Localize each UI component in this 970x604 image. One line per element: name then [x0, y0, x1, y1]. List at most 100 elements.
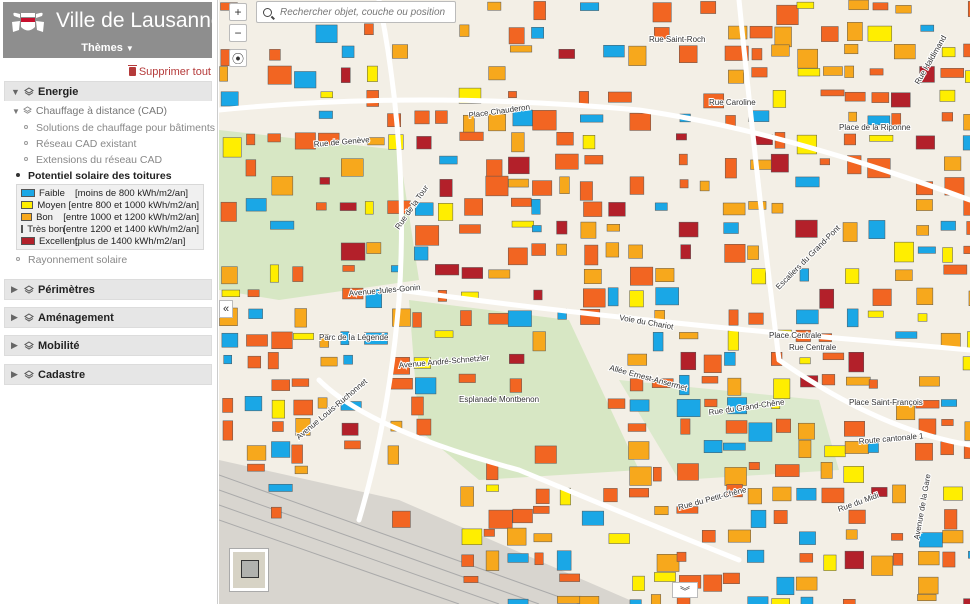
building-roof[interactable]: [630, 266, 654, 286]
building-roof[interactable]: [748, 312, 764, 325]
building-roof[interactable]: [774, 464, 800, 477]
building-roof[interactable]: [751, 67, 768, 78]
building-roof[interactable]: [795, 176, 820, 188]
building-roof[interactable]: [511, 197, 532, 207]
building-roof[interactable]: [294, 465, 308, 475]
building-roof[interactable]: [366, 242, 382, 254]
building-roof[interactable]: [271, 506, 282, 519]
building-roof[interactable]: [556, 132, 574, 146]
building-roof[interactable]: [509, 378, 522, 393]
building-roof[interactable]: [507, 553, 529, 563]
building-roof[interactable]: [727, 377, 742, 396]
building-roof[interactable]: [798, 439, 812, 458]
building-roof[interactable]: [846, 376, 871, 386]
building-roof[interactable]: [771, 202, 784, 214]
building-roof[interactable]: [223, 354, 232, 365]
building-roof[interactable]: [944, 509, 958, 530]
building-roof[interactable]: [340, 242, 366, 261]
layer-item[interactable]: Extensions du réseau CAD: [24, 154, 162, 166]
building-roof[interactable]: [507, 598, 529, 604]
building-roof[interactable]: [963, 245, 970, 254]
building-roof[interactable]: [392, 44, 408, 59]
building-roof[interactable]: [628, 244, 643, 259]
building-roof[interactable]: [747, 488, 762, 505]
building-roof[interactable]: [845, 529, 858, 540]
building-roof[interactable]: [871, 555, 894, 576]
building-roof[interactable]: [847, 22, 863, 41]
building-roof[interactable]: [723, 222, 739, 234]
building-roof[interactable]: [895, 5, 912, 14]
group-mobilite[interactable]: ▶ Mobilité: [4, 335, 212, 356]
building-roof[interactable]: [608, 533, 630, 544]
building-roof[interactable]: [963, 43, 970, 58]
building-roof[interactable]: [962, 356, 970, 371]
building-roof[interactable]: [605, 242, 620, 258]
building-roof[interactable]: [943, 486, 963, 501]
building-roof[interactable]: [652, 2, 672, 23]
building-roof[interactable]: [919, 376, 940, 387]
building-roof[interactable]: [819, 288, 835, 309]
building-roof[interactable]: [387, 445, 399, 465]
building-roof[interactable]: [485, 550, 500, 571]
building-roof[interactable]: [439, 179, 453, 197]
building-roof[interactable]: [724, 158, 737, 179]
building-roof[interactable]: [247, 289, 260, 298]
building-roof[interactable]: [367, 137, 385, 146]
building-roof[interactable]: [221, 266, 238, 285]
building-roof[interactable]: [773, 378, 791, 399]
building-roof[interactable]: [627, 353, 648, 366]
building-roof[interactable]: [412, 312, 422, 328]
building-roof[interactable]: [414, 246, 429, 261]
building-roof[interactable]: [415, 225, 440, 246]
building-roof[interactable]: [676, 399, 701, 417]
building-roof[interactable]: [795, 576, 818, 591]
building-roof[interactable]: [507, 527, 527, 546]
building-roof[interactable]: [844, 44, 859, 55]
building-roof[interactable]: [533, 1, 546, 21]
building-roof[interactable]: [606, 224, 620, 232]
building-roof[interactable]: [270, 220, 295, 230]
building-roof[interactable]: [511, 220, 534, 228]
group-perimetres[interactable]: ▶ Périmètres: [4, 279, 212, 300]
building-roof[interactable]: [507, 247, 528, 266]
building-roof[interactable]: [844, 91, 866, 102]
building-roof[interactable]: [629, 399, 650, 412]
building-roof[interactable]: [512, 508, 533, 524]
building-roof[interactable]: [461, 528, 483, 545]
layer-item-solar-potential[interactable]: Potentiel solaire des toitures: [16, 170, 172, 182]
building-roof[interactable]: [652, 332, 664, 352]
building-roof[interactable]: [459, 224, 481, 234]
building-roof[interactable]: [533, 289, 543, 301]
building-roof[interactable]: [459, 131, 484, 141]
building-roof[interactable]: [770, 153, 789, 173]
building-roof[interactable]: [723, 442, 746, 451]
building-roof[interactable]: [488, 313, 511, 325]
building-roof[interactable]: [366, 65, 378, 82]
layer-item[interactable]: Solutions de chauffage pour bâtiments: [24, 122, 215, 134]
building-roof[interactable]: [872, 2, 889, 11]
building-roof[interactable]: [414, 110, 430, 125]
building-roof[interactable]: [294, 308, 307, 328]
building-roof[interactable]: [868, 220, 886, 239]
building-roof[interactable]: [343, 354, 353, 365]
building-roof[interactable]: [245, 198, 267, 212]
building-roof[interactable]: [964, 421, 970, 441]
building-roof[interactable]: [319, 177, 330, 185]
building-roof[interactable]: [220, 201, 237, 222]
building-roof[interactable]: [819, 158, 830, 166]
building-roof[interactable]: [271, 176, 294, 196]
building-roof[interactable]: [485, 175, 509, 197]
building-roof[interactable]: [895, 269, 913, 281]
building-roof[interactable]: [580, 114, 604, 123]
building-roof[interactable]: [652, 466, 662, 482]
building-roof[interactable]: [796, 487, 817, 501]
building-roof[interactable]: [460, 486, 474, 507]
building-roof[interactable]: [508, 178, 529, 188]
building-roof[interactable]: [915, 135, 935, 150]
map-layer[interactable]: Rue Saint-RochPlace ChauderonRue de Genè…: [219, 0, 970, 604]
building-roof[interactable]: [267, 65, 292, 85]
building-roof[interactable]: [727, 529, 751, 543]
building-roof[interactable]: [939, 89, 956, 102]
building-roof[interactable]: [603, 488, 618, 503]
building-roof[interactable]: [917, 246, 936, 254]
